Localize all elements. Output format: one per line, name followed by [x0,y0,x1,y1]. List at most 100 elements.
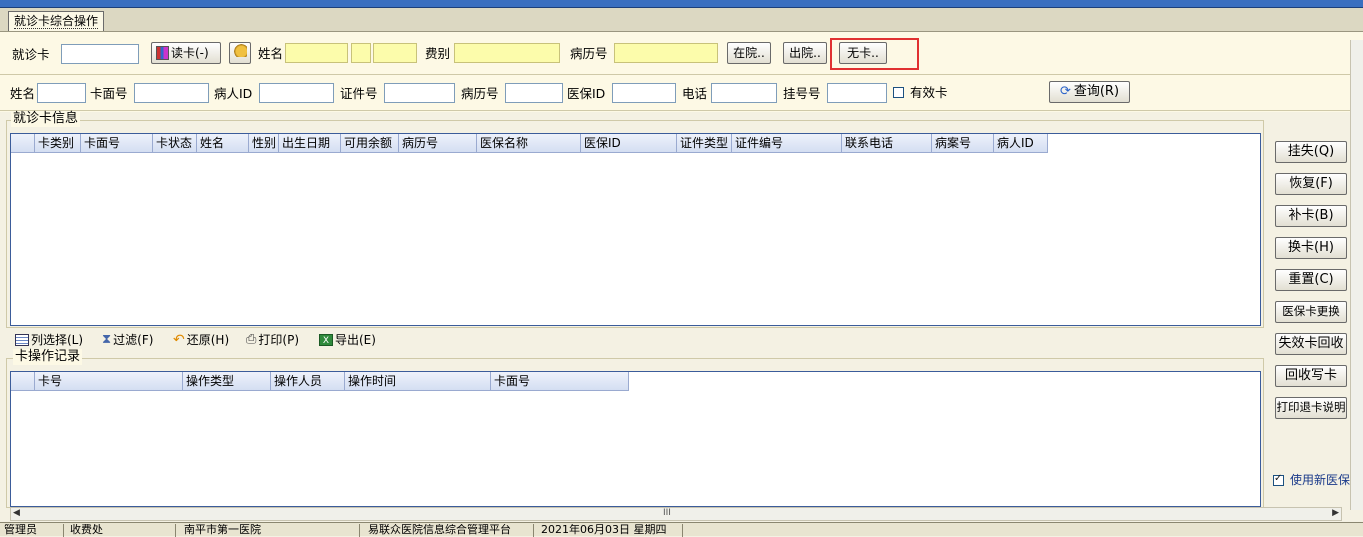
scroll-left-arrow-icon[interactable]: ◀ [13,508,20,518]
export-button[interactable]: X 导出(E) [319,332,376,348]
column-header[interactable]: 出生日期 [279,134,341,153]
out-hospital-button[interactable]: 出院.. [783,42,827,64]
no-card-button[interactable]: 无卡.. [839,42,887,64]
name-label: 姓名 [258,46,284,61]
card-input[interactable] [61,44,139,64]
card-info-grid[interactable]: 卡类别 卡面号 卡状态 姓名 性别 出生日期 可用余额 病历号 医保名称 医保I… [10,133,1261,326]
status-date: 2021年06月03日 星期四 [537,524,683,537]
card-info-header: 卡类别 卡面号 卡状态 姓名 性别 出生日期 可用余额 病历号 医保名称 医保I… [11,134,1048,153]
name2-input[interactable] [37,83,86,103]
scroll-right-arrow-icon[interactable]: ▶ [1332,508,1339,518]
phone-label: 电话 [682,86,708,101]
record2-label: 病历号 [461,86,499,101]
column-header[interactable]: 操作人员 [271,372,345,391]
valid-card-checkbox[interactable] [893,87,904,98]
card-label: 就诊卡 [12,47,50,62]
status-platform: 易联众医院信息综合管理平台 [364,524,534,537]
read-card-button[interactable]: 读卡(-) [151,42,221,64]
column-header[interactable]: 病人ID [994,134,1048,153]
restore-label: 还原(H) [186,333,230,347]
column-header[interactable]: 证件类型 [677,134,732,153]
restore-button[interactable]: ↶ 还原(H) [173,332,229,348]
column-select-button[interactable]: 列选择(L) [15,332,83,348]
column-header[interactable]: 病案号 [932,134,994,153]
column-header[interactable]: 性别 [249,134,279,153]
valid-card-label: 有效卡 [910,85,948,100]
refresh-icon: ⟳ [1059,84,1071,99]
hourglass-icon: ⧗ [102,332,112,347]
print-label: 打印(P) [258,333,300,347]
fee-type-field[interactable] [454,43,560,63]
status-department: 收费处 [66,524,176,537]
patient-id-input[interactable] [259,83,334,103]
column-header[interactable]: 操作时间 [345,372,491,391]
export-label: 导出(E) [335,333,376,347]
column-header[interactable]: 姓名 [197,134,249,153]
filter-button[interactable]: ⧗ 过滤(F) [102,332,153,348]
reissue-button[interactable]: 补卡(B) [1275,205,1347,227]
in-hospital-button[interactable]: 在院.. [727,42,771,64]
list-icon [15,334,29,346]
insurance-id-input[interactable] [612,83,676,103]
column-header[interactable]: 卡类别 [35,134,81,153]
card-ops-grid[interactable]: 卡号 操作类型 操作人员 操作时间 卡面号 [10,371,1261,507]
record-no-field[interactable] [614,43,718,63]
column-header[interactable]: 联系电话 [842,134,932,153]
record2-input[interactable] [505,83,563,103]
use-new-insurance-checkbox[interactable] [1273,473,1284,486]
tab-card-operations[interactable]: 就诊卡综合操作 [8,11,105,31]
vertical-scrollbar[interactable] [1350,40,1363,510]
cert-no-label: 证件号 [340,86,378,101]
insurance-card-change-button[interactable]: 医保卡更换 [1275,301,1347,323]
card-reader-icon [156,46,169,60]
column-header[interactable]: 操作类型 [183,372,271,391]
column-header[interactable]: 卡号 [35,372,183,391]
column-header[interactable]: 证件编号 [732,134,842,153]
invalid-card-recycle-button[interactable]: 失效卡回收 [1275,333,1347,355]
replace-card-button[interactable]: 换卡(H) [1275,237,1347,259]
sex-field[interactable] [351,43,371,63]
print-refund-note-button[interactable]: 打印退卡说明 [1275,397,1347,419]
column-header[interactable]: 医保ID [581,134,677,153]
cert-no-input[interactable] [384,83,455,103]
age-field[interactable] [373,43,417,63]
insurance-id-label: 医保ID [567,86,606,101]
card-face-input[interactable] [134,83,209,103]
print-button[interactable]: ⎙ 打印(P) [246,332,299,348]
report-loss-button[interactable]: 挂失(Q) [1275,141,1347,163]
fee-type-label: 费别 [425,46,451,61]
column-header[interactable]: 卡状态 [153,134,197,153]
row-indicator-header [11,372,35,391]
reset-button[interactable]: 重置(C) [1275,269,1347,291]
column-header[interactable]: 病历号 [399,134,477,153]
name2-label: 姓名 [10,86,36,101]
use-new-insurance-label: 使用新医保 [1290,473,1350,487]
row-indicator-header [11,134,35,153]
recover-button[interactable]: 恢复(F) [1275,173,1347,195]
column-header[interactable]: 可用余额 [341,134,399,153]
query-label: 查询(R) [1073,84,1120,99]
card-ops-title: 卡操作记录 [13,349,83,365]
card-ops-header: 卡号 操作类型 操作人员 操作时间 卡面号 [11,372,629,391]
column-header[interactable]: 卡面号 [81,134,153,153]
row-separator [0,74,1363,75]
tab-label: 就诊卡综合操作 [14,14,99,29]
patient-id-label: 病人ID [214,86,253,101]
name-field[interactable] [285,43,348,63]
status-hospital: 南平市第一医院 [180,524,360,537]
window-top-bar [0,0,1363,8]
query-button[interactable]: ⟳ 查询(R) [1049,81,1130,103]
reg-no-input[interactable] [827,83,887,103]
column-header[interactable]: 医保名称 [477,134,581,153]
horizontal-scrollbar[interactable]: ◀ III ▶ [10,507,1342,521]
reg-no-label: 挂号号 [783,86,821,101]
column-header[interactable]: 卡面号 [491,372,629,391]
tab-strip [0,8,1363,32]
scroll-grip[interactable]: III [663,508,671,518]
phone-input[interactable] [711,83,777,103]
undo-icon: ↶ [173,332,185,348]
printer-icon: ⎙ [246,332,257,347]
read-card-label: 读卡(-) [171,46,209,60]
clear-broom-button[interactable] [229,42,251,64]
recycle-write-card-button[interactable]: 回收写卡 [1275,365,1347,387]
